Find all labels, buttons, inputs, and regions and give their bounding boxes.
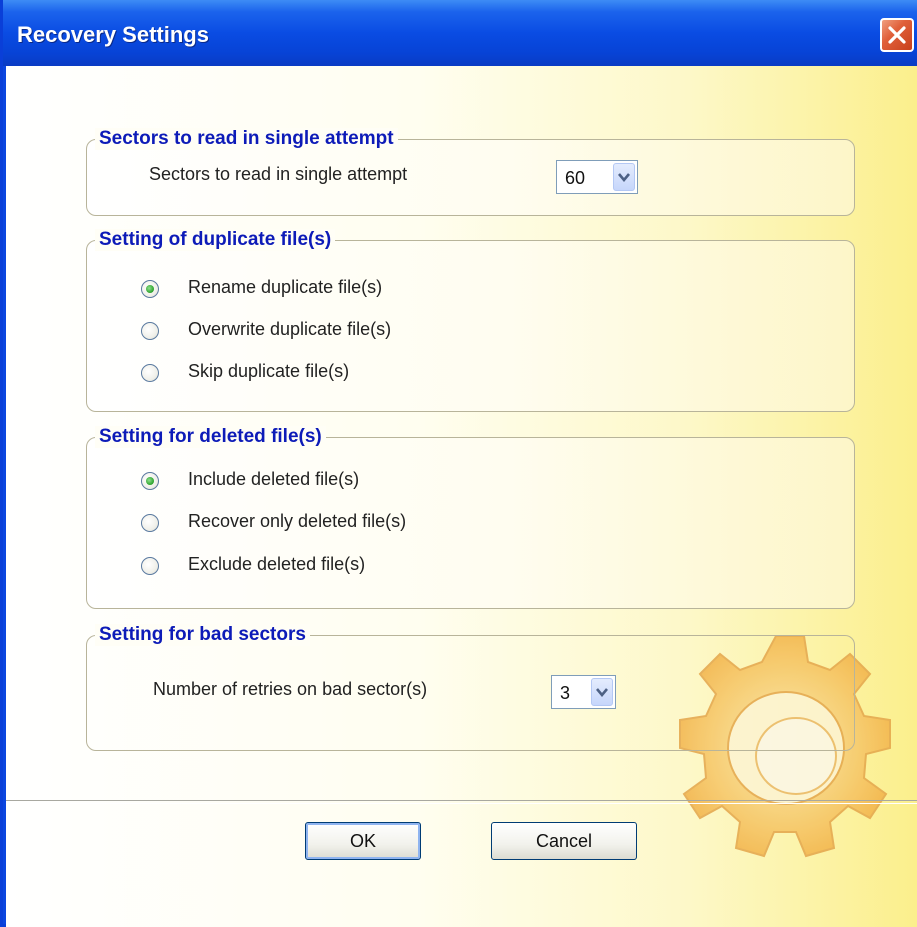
radio-button[interactable]	[141, 472, 159, 490]
recovery-settings-window: Recovery Settings Sectors to read in sin…	[0, 0, 917, 927]
radio-button[interactable]	[141, 557, 159, 575]
radio-label[interactable]: Overwrite duplicate file(s)	[188, 319, 391, 340]
radio-button[interactable]	[141, 322, 159, 340]
ok-button[interactable]: OK	[305, 822, 421, 860]
retries-label: Number of retries on bad sector(s)	[153, 679, 428, 699]
radio-label[interactable]: Rename duplicate file(s)	[188, 277, 382, 298]
sectors-select[interactable]: 60	[556, 160, 638, 194]
sectors-group: Sectors to read in single attempt Sector…	[86, 128, 855, 216]
sectors-group-legend: Sectors to read in single attempt	[95, 128, 398, 150]
duplicate-group-legend: Setting of duplicate file(s)	[95, 229, 336, 251]
duplicate-group: Setting of duplicate file(s) Rename dupl…	[86, 229, 855, 412]
radio-label[interactable]: Skip duplicate file(s)	[188, 361, 349, 382]
retries-select[interactable]: 3	[551, 675, 616, 709]
window-title: Recovery Settings	[17, 22, 209, 47]
sectors-select-value: 60	[565, 168, 586, 188]
retries-dropdown-button[interactable]	[591, 678, 613, 706]
bad-sectors-group-legend: Setting for bad sectors	[95, 624, 310, 646]
close-button[interactable]	[880, 18, 914, 52]
deleted-group: Setting for deleted file(s) Include dele…	[86, 426, 855, 609]
sectors-dropdown-button[interactable]	[613, 163, 635, 191]
radio-button[interactable]	[141, 364, 159, 382]
radio-label[interactable]: Exclude deleted file(s)	[188, 554, 365, 575]
radio-label[interactable]: Recover only deleted file(s)	[188, 511, 406, 532]
chevron-down-icon	[596, 688, 608, 697]
dialog-body: Sectors to read in single attempt Sector…	[6, 66, 917, 927]
bad-sectors-group: Setting for bad sectors Number of retrie…	[86, 624, 855, 751]
radio-label[interactable]: Include deleted file(s)	[188, 469, 359, 490]
close-icon	[888, 26, 906, 44]
separator	[6, 800, 917, 804]
radio-button[interactable]	[141, 514, 159, 532]
retries-select-value: 3	[560, 683, 571, 703]
radio-selected-dot	[146, 285, 154, 293]
chevron-down-icon	[618, 173, 630, 182]
title-bar[interactable]: Recovery Settings	[3, 0, 917, 66]
sectors-label: Sectors to read in single attempt	[149, 164, 408, 184]
deleted-group-legend: Setting for deleted file(s)	[95, 426, 326, 448]
cancel-button[interactable]: Cancel	[491, 822, 637, 860]
radio-button[interactable]	[141, 280, 159, 298]
radio-selected-dot	[146, 477, 154, 485]
